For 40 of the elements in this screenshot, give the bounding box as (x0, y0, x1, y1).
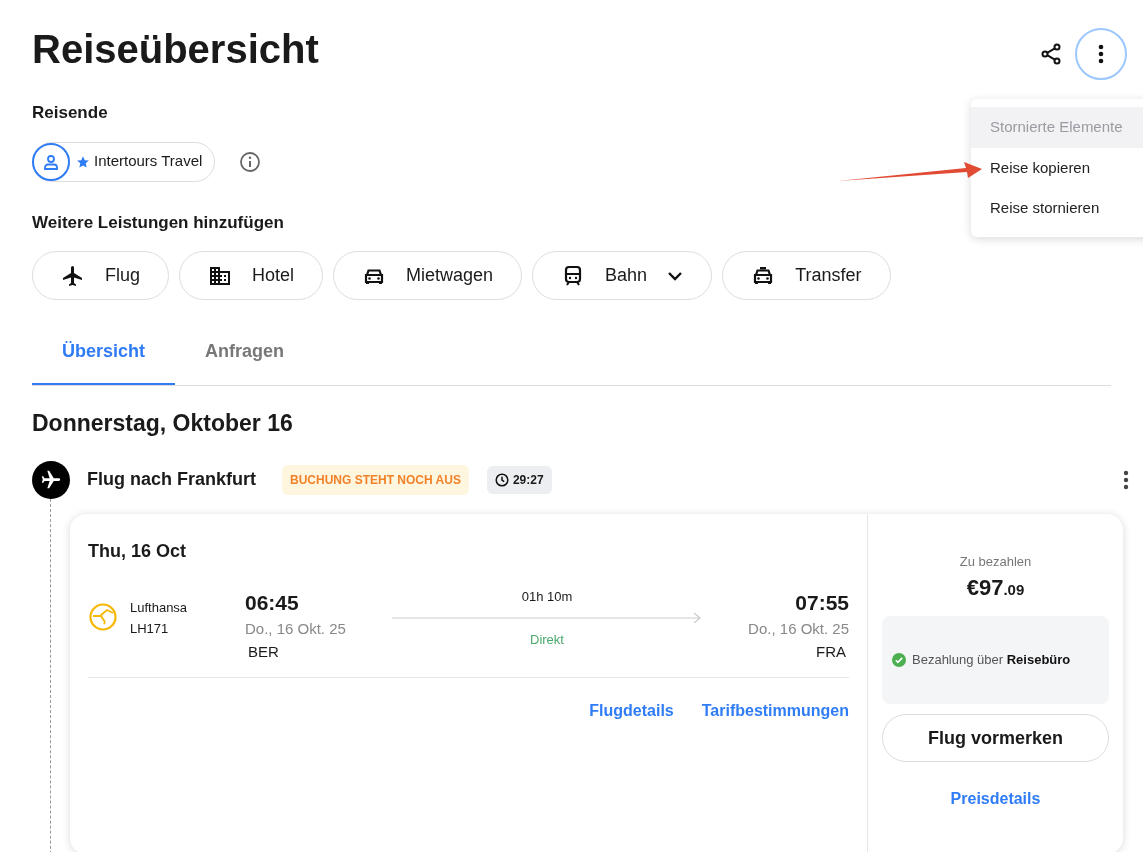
card-link[interactable]: Flugdetails (589, 699, 674, 723)
tab[interactable]: Übersicht (32, 338, 176, 385)
airline-logo-icon (88, 601, 118, 632)
arrival-airport: FRA (816, 641, 846, 662)
plane-icon (32, 460, 70, 499)
stops-label: Direkt (530, 631, 564, 649)
traveler-name: Intertours Travel (94, 151, 203, 172)
vertical-dots-icon (1098, 44, 1104, 64)
status-badge: BUCHUNG STEHT NOCH AUS (282, 464, 469, 495)
plane-icon (61, 263, 85, 288)
person-icon (32, 142, 70, 181)
departure-airport: BER (248, 641, 280, 662)
section-heading: Weitere Leistungen hinzufügen (32, 211, 285, 234)
segment-title: Flug nach Frankfurt (87, 468, 256, 491)
flight-date: Thu, 16 Oct (88, 539, 187, 563)
flight-number: LH171 (130, 620, 170, 638)
clock-icon (494, 472, 509, 487)
share-icon[interactable] (1039, 42, 1063, 66)
vertical-dots-icon[interactable] (1123, 469, 1129, 490)
check-circle-icon (892, 653, 906, 667)
section-heading: Reisende (32, 102, 109, 124)
tab[interactable]: Anfragen (175, 338, 315, 385)
menu-item[interactable]: Reise kopieren (971, 147, 1143, 188)
day-heading: Donnerstag, Oktober 16 (31, 409, 294, 438)
page-title: Reiseübersicht (32, 26, 319, 73)
price-details-link[interactable]: Preisdetails (950, 787, 1041, 811)
info-icon[interactable] (239, 150, 262, 173)
airline-name: Lufthansa (130, 598, 189, 617)
arrival-date: Do., 16 Okt. 25 (748, 619, 849, 639)
payment-note: Bezahlung über Reisebüro (912, 651, 1071, 670)
departure-date: Do., 16 Okt. 25 (245, 619, 346, 639)
price-label: Zu bezahlen (959, 552, 1032, 571)
card-link[interactable]: Tarifbestimmungen (701, 699, 849, 723)
menu-item[interactable]: Reise stornieren (971, 188, 1143, 229)
price-amount: €97 (966, 574, 1004, 602)
arrival-time: 07:55 (795, 589, 849, 616)
price-cents: .09 (1003, 580, 1025, 600)
timer-badge: 29:27 (486, 465, 552, 494)
departure-time: 06:45 (245, 589, 300, 616)
flight-duration: 01h 10m (521, 587, 573, 606)
